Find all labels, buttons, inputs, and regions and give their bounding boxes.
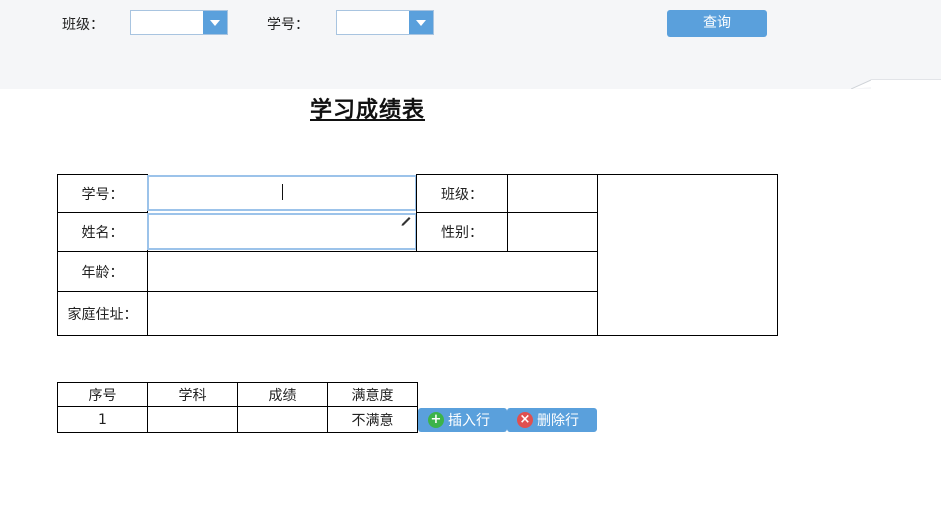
query-button[interactable]: 查询 [667,10,767,37]
age-input[interactable] [147,251,598,292]
gender-input[interactable] [507,212,598,252]
pencil-icon [401,217,411,226]
page-title: 学习成绩表 [310,97,426,123]
student-no-select[interactable] [336,10,434,35]
column-header-no: 序号 [57,382,148,407]
row-1-score[interactable] [237,406,328,433]
close-icon: × [517,412,533,428]
address-label: 家庭住址： [57,291,148,336]
class-input[interactable] [507,174,598,213]
column-header-satisfaction: 满意度 [327,382,418,407]
plus-icon: + [428,412,444,428]
delete-row-label: 删除行 [537,413,579,429]
student-no-filter-label: 学号： [267,17,309,33]
delete-row-button[interactable]: × 删除行 [507,408,597,432]
filter-bar: 班级： 学号： 查询 [0,0,941,89]
panel-corner-decoration [851,79,941,89]
gender-label: 性别： [416,212,508,252]
photo-area[interactable] [597,174,778,336]
chevron-down-icon[interactable] [203,11,227,34]
address-input[interactable] [147,291,598,336]
text-cursor [282,184,283,200]
class-select[interactable] [130,10,228,35]
insert-row-button[interactable]: + 插入行 [418,408,507,432]
row-1-subject[interactable] [147,406,238,433]
student-no-label: 学号： [57,174,148,213]
column-header-score: 成绩 [237,382,328,407]
class-filter-label: 班级： [62,17,104,33]
age-label: 年龄： [57,251,148,292]
insert-row-label: 插入行 [448,413,490,429]
chevron-down-icon[interactable] [409,11,433,34]
class-label: 班级： [416,174,508,213]
row-1-no: 1 [57,406,148,433]
name-label: 姓名： [57,212,148,252]
row-1-satisfaction[interactable]: 不满意 [327,406,418,433]
name-input[interactable] [147,213,417,250]
column-header-subject: 学科 [147,382,238,407]
